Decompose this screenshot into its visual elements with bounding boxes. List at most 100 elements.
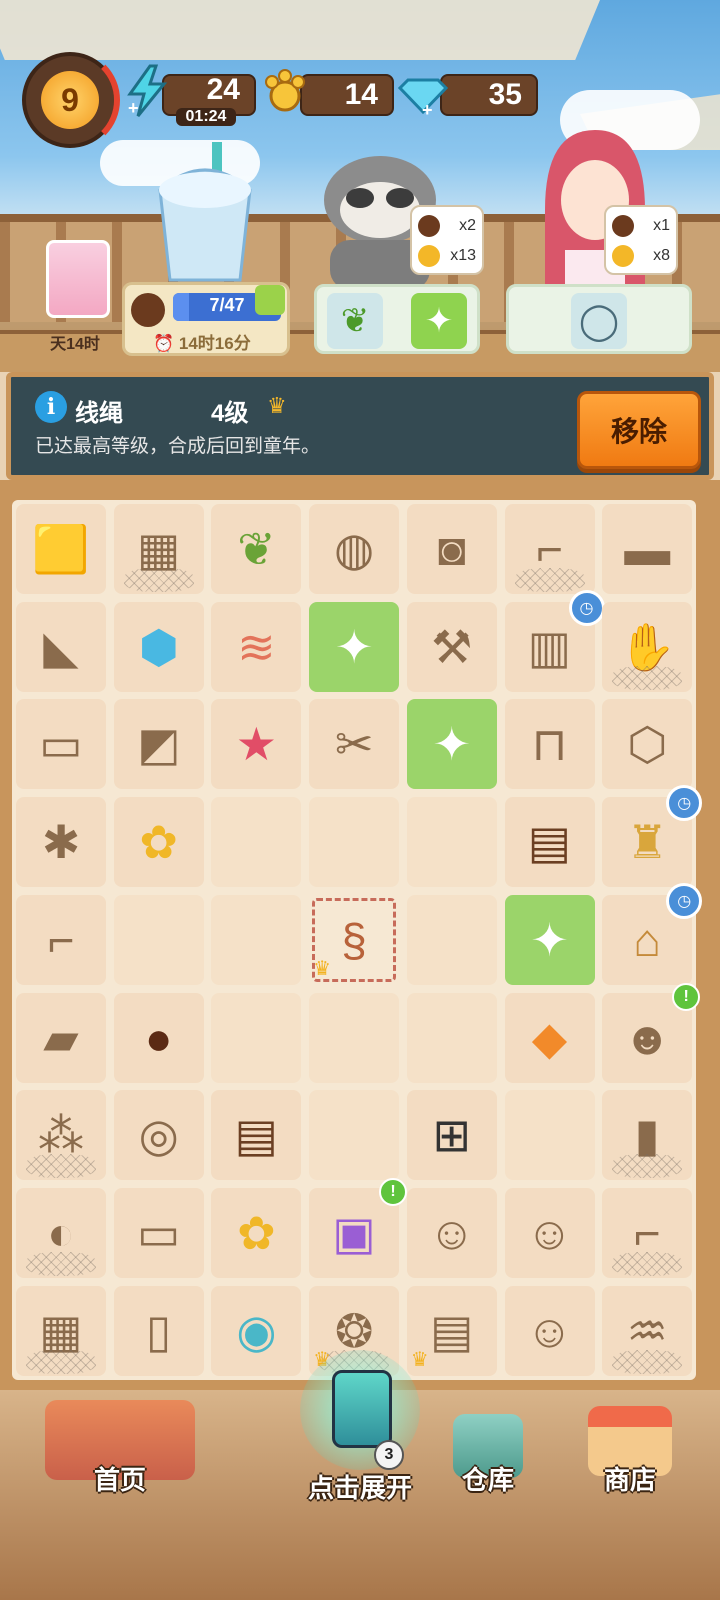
- info-icon[interactable]: i: [35, 391, 67, 423]
- board-item-candy[interactable]: ◆: [504, 992, 595, 1083]
- board-item-screw[interactable]: ✱: [16, 797, 106, 888]
- board-item-ice[interactable]: ⬢: [113, 601, 204, 692]
- pipe-icon: ▭: [39, 718, 83, 771]
- bandage-icon: ≋: [237, 620, 276, 673]
- event-portrait[interactable]: [46, 240, 110, 318]
- player-level-badge[interactable]: 9: [22, 50, 120, 150]
- diamond-icon[interactable]: +: [398, 64, 448, 118]
- stopwatch-icon: ◷: [666, 882, 703, 919]
- paw-counter: 14: [300, 74, 394, 116]
- board-empty-cell[interactable]: [113, 894, 204, 985]
- remove-button[interactable]: 移除: [577, 391, 701, 469]
- board-item-photo-book[interactable]: ▤ ♛: [406, 1285, 497, 1376]
- board-item-go-board[interactable]: ⊞: [406, 1090, 497, 1181]
- board-item-battery[interactable]: ▯: [113, 1285, 204, 1376]
- chest-icon: ▣: [332, 1206, 376, 1259]
- board-item-fox-keychain[interactable]: ☺: [504, 1285, 595, 1376]
- board-item-grill[interactable]: ▦: [113, 504, 204, 594]
- board-item-racket[interactable]: ◐: [16, 1187, 106, 1278]
- pliers-icon: ✂: [334, 718, 374, 771]
- herb-order-item: ❦: [327, 293, 383, 349]
- spray-icon: ✦: [432, 718, 472, 771]
- board-empty-cell[interactable]: [211, 894, 302, 985]
- gem-counter[interactable]: 35: [440, 74, 538, 116]
- board-item-paw[interactable]: ✿: [113, 797, 204, 888]
- raccoon-order-card[interactable]: ❦ ✦: [314, 284, 480, 354]
- board-item-thread[interactable]: § ♛: [309, 894, 400, 985]
- ring-icon: ◯: [578, 300, 620, 341]
- go-board-icon: ⊞: [432, 1109, 472, 1162]
- board-item-coin[interactable]: ◉: [211, 1285, 302, 1376]
- board-empty-cell[interactable]: [406, 797, 497, 888]
- board-item-toothpaste[interactable]: ▰: [16, 992, 106, 1083]
- board-item-cookies[interactable]: ◎: [113, 1090, 204, 1181]
- battery-icon[interactable]: [332, 1370, 392, 1448]
- board-item-bag-gold[interactable]: ♜ ◷: [602, 785, 703, 888]
- chocolate-icon: ▤: [527, 816, 572, 869]
- board-empty-cell[interactable]: [406, 992, 497, 1083]
- bag-gold-icon: ♜: [626, 816, 668, 869]
- order-qty: x13: [450, 247, 476, 264]
- board-item-vending[interactable]: ▥ ◷: [504, 589, 605, 692]
- candy-icon: ◆: [531, 1011, 568, 1064]
- nav-shop-label: 商店: [603, 1465, 656, 1495]
- board-item-paw-cookies[interactable]: ✿: [211, 1187, 302, 1278]
- board-item-bandage[interactable]: ≋: [211, 601, 302, 692]
- board-empty-cell[interactable]: [309, 797, 400, 888]
- board-item-bag[interactable]: ◩: [113, 699, 204, 790]
- cobweb-overlay: [612, 1349, 683, 1374]
- board-item-stand[interactable]: ⊓: [504, 699, 595, 790]
- nav-warehouse[interactable]: 仓库: [428, 1390, 548, 1600]
- delivery-progress-card[interactable]: 7/47 ⏰ 14时16分: [122, 282, 290, 356]
- girl-order-card[interactable]: ◯: [506, 284, 692, 354]
- board-item-hut[interactable]: ⌂ ◷: [602, 882, 703, 985]
- board-item-soap[interactable]: ▭: [113, 1187, 204, 1278]
- board-empty-cell[interactable]: [211, 797, 302, 888]
- paw-value: 14: [344, 78, 378, 111]
- board-item-tool[interactable]: ⚒: [406, 601, 497, 692]
- board-item-jar[interactable]: ◍: [309, 504, 400, 594]
- board-item-spray[interactable]: ✦: [406, 699, 497, 790]
- jar-icon: ◍: [334, 523, 375, 575]
- board-item-spray[interactable]: ✦: [504, 894, 595, 985]
- board-item-glove[interactable]: ✋: [602, 601, 693, 692]
- expand-count-badge: 3: [374, 1440, 404, 1470]
- board-item-wrench[interactable]: ⌐: [16, 894, 106, 985]
- board-item-starfish[interactable]: ★: [211, 699, 302, 790]
- board-item-chocolate[interactable]: ▤: [504, 797, 595, 888]
- board-item-grill-2[interactable]: ▦: [16, 1285, 106, 1376]
- board-item-meatballs[interactable]: ⁂: [16, 1090, 106, 1181]
- board-empty-cell[interactable]: [309, 992, 400, 1083]
- gift-icon: [255, 285, 285, 315]
- board-item-jug[interactable]: ▮: [602, 1090, 693, 1181]
- board-empty-cell[interactable]: [211, 992, 302, 1083]
- board-item-raccoon-toy[interactable]: ☻!: [602, 982, 701, 1083]
- board-item-bucket[interactable]: ◙: [406, 504, 497, 594]
- board-item-pliers[interactable]: ✂: [309, 699, 400, 790]
- board-item-pipe[interactable]: ▭: [16, 699, 106, 790]
- board-item-hooks[interactable]: ⌐: [504, 504, 595, 594]
- board-empty-cell[interactable]: [406, 894, 497, 985]
- board-item-beans[interactable]: ●: [113, 992, 204, 1083]
- board-item-cat-keychain-2[interactable]: ☺: [504, 1187, 595, 1278]
- board-item-chest[interactable]: ▣!: [309, 1177, 408, 1278]
- nav-home[interactable]: 首页: [20, 1390, 220, 1600]
- board-item-bottle[interactable]: ♒: [602, 1285, 693, 1376]
- beans-icon: [131, 293, 165, 327]
- board-item-plank[interactable]: ▬: [602, 504, 693, 594]
- lightning-icon[interactable]: +: [122, 64, 172, 118]
- board-empty-cell[interactable]: [309, 1090, 400, 1181]
- board-item-cloth[interactable]: 🟨: [16, 504, 106, 594]
- board-item-sprout[interactable]: ❦: [211, 504, 302, 594]
- board-item-hat[interactable]: ◣: [16, 601, 106, 692]
- board-item-rack[interactable]: ⌐: [602, 1187, 693, 1278]
- board-item-nut[interactable]: ⬡: [602, 699, 693, 790]
- svg-text:+: +: [422, 100, 433, 116]
- board-item-chocolate[interactable]: ▤: [211, 1090, 302, 1181]
- board-item-cat-keychain[interactable]: ☺: [406, 1187, 497, 1278]
- cobweb-overlay: [612, 665, 683, 690]
- board-item-spray[interactable]: ✦: [309, 601, 400, 692]
- fox-keychain-icon: ☺: [526, 1304, 573, 1357]
- nav-shop[interactable]: 商店: [570, 1390, 690, 1600]
- board-empty-cell[interactable]: [504, 1090, 595, 1181]
